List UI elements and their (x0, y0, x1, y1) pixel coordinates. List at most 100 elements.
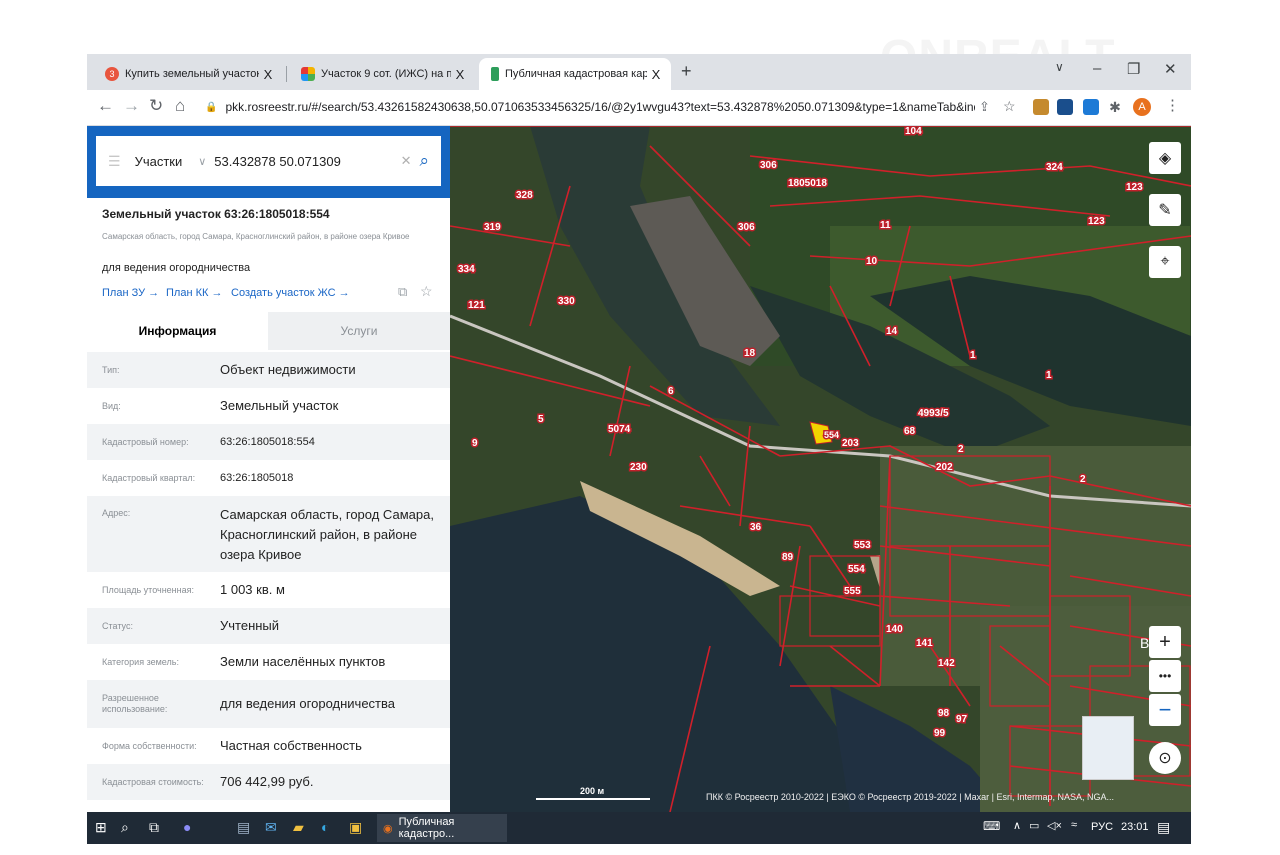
attribute-key: Тип: (102, 365, 120, 375)
cadastral-quarter-link[interactable]: 63:26:1805018 (220, 468, 445, 488)
favorite-star-icon[interactable]: ☆ (420, 283, 433, 300)
share-icon[interactable]: ⇪ (979, 99, 990, 115)
parcel-label: 555 (844, 586, 861, 597)
star-icon[interactable]: ☆ (1003, 98, 1016, 115)
chrome-icon: ◉ (383, 822, 393, 835)
parcel-label: 2 (958, 444, 964, 455)
parcel-label: 306 (738, 222, 755, 233)
back-arrow-icon[interactable]: ← (97, 96, 114, 116)
zoom-to-icon[interactable]: ⧉ (398, 284, 407, 300)
tab-services[interactable]: Услуги (268, 312, 450, 350)
extension-icon[interactable] (1033, 99, 1049, 115)
chevron-down-icon[interactable]: ∨ (198, 155, 206, 168)
chevron-down-icon[interactable]: ∨ (1055, 60, 1064, 74)
search-icon[interactable]: ⌕ (121, 819, 129, 836)
parcel-label: 306 (760, 160, 777, 171)
minimap[interactable] (1082, 716, 1134, 780)
language-indicator[interactable]: РУС (1091, 821, 1113, 833)
parcel-label: 121 (468, 300, 485, 311)
folder-icon[interactable]: ▰ (293, 819, 304, 836)
home-icon[interactable]: ⌂ (175, 96, 185, 116)
close-icon[interactable]: X (451, 67, 469, 82)
parcel-label: 1 (970, 350, 976, 361)
collapse-panel-icon[interactable]: ‹ (443, 154, 448, 170)
extension-icon[interactable] (1083, 99, 1099, 115)
tab-title: Публичная кадастровая карта (505, 68, 647, 80)
locate-icon[interactable]: ⌖ (1149, 246, 1181, 278)
parcel-label: 334 (458, 264, 475, 275)
app-icon[interactable]: ▣ (349, 819, 362, 836)
windows-start-icon[interactable]: ⊞ (95, 819, 107, 836)
tab-2[interactable]: Участок 9 сот. (ИЖС) на прода X (289, 58, 475, 90)
parcel-label: 140 (886, 624, 903, 635)
search-input[interactable]: 53.432878 50.071309 (214, 154, 341, 169)
wifi-icon[interactable]: ≈ (1071, 819, 1077, 831)
create-parcel-link[interactable]: Создать участок ЖС → (231, 287, 350, 299)
cadastral-number-link[interactable]: 63:26:1805018:554 (220, 432, 445, 452)
window-close-button[interactable]: ✕ (1164, 60, 1177, 78)
close-icon[interactable]: X (647, 67, 665, 82)
avatar[interactable]: A (1133, 98, 1151, 116)
address-bar[interactable]: 🔒 pkk.rosreestr.ru/#/search/53.432615824… (205, 95, 975, 119)
app-icon[interactable]: ▤ (237, 819, 250, 836)
battery-icon[interactable]: ▭ (1029, 819, 1039, 832)
tray-chevron-icon[interactable]: ∧ (1013, 819, 1021, 832)
parcel-label: 142 (938, 658, 955, 669)
search-icon[interactable]: ⌕ (419, 151, 429, 171)
attribute-value: Частная собственность (220, 738, 362, 753)
task-view-icon[interactable]: ⧉ (149, 819, 159, 836)
parcel-label: 1805018 (788, 178, 827, 189)
attribute-key: Форма собственности: (102, 741, 197, 751)
parcel-label: 5 (538, 414, 544, 425)
ruler-icon[interactable]: ✎ (1149, 194, 1181, 226)
parcel-label: 141 (916, 638, 933, 649)
layers-icon[interactable]: ◈ (1149, 142, 1181, 174)
plan-kk-link[interactable]: План КК → (166, 287, 222, 299)
reload-icon[interactable]: ↻ (149, 96, 163, 116)
parcel-label: 330 (558, 296, 575, 307)
browser-window: 3 Купить земельный участок в Са X Участо… (87, 54, 1191, 844)
attribute-row: Категория земель: Земли населённых пункт… (87, 644, 450, 680)
parcel-label: 230 (630, 462, 647, 473)
hamburger-icon[interactable]: ☰ (108, 153, 121, 170)
tab-information[interactable]: Информация (87, 312, 268, 350)
plan-zu-link[interactable]: План ЗУ → (102, 287, 159, 299)
taskbar-app-label: Публичная кадастро... (398, 816, 455, 840)
puzzle-icon[interactable]: ✱ (1107, 99, 1123, 115)
category-select[interactable]: Участки (135, 154, 183, 169)
cadastral-labels: 104 306 1805018 324 123 328 319 306 11 1… (457, 126, 1160, 741)
notifications-icon[interactable]: ▤ (1157, 819, 1170, 836)
new-tab-button[interactable]: + (681, 61, 692, 82)
close-icon[interactable]: X (259, 67, 277, 82)
parcel-label: 68 (904, 426, 916, 437)
restore-button[interactable]: ❐ (1127, 60, 1140, 78)
keyboard-icon[interactable]: ⌨ (983, 819, 1000, 833)
mail-icon[interactable]: ✉ (265, 819, 277, 836)
forward-arrow-icon[interactable]: → (123, 96, 140, 116)
parcel-label: 553 (854, 540, 871, 551)
attribute-row: Вид: Земельный участок (87, 388, 450, 424)
clear-icon[interactable]: ✕ (401, 153, 412, 169)
tab-3-active[interactable]: Публичная кадастровая карта X (479, 58, 671, 90)
zoom-in-button[interactable]: + (1149, 626, 1181, 658)
minimize-button[interactable]: – (1093, 60, 1101, 77)
zoom-out-button[interactable]: − (1149, 694, 1181, 726)
app-icon[interactable]: ● (183, 819, 191, 835)
cadastral-map[interactable]: 104 306 1805018 324 123 328 319 306 11 1… (450, 126, 1191, 812)
more-icon[interactable]: ••• (1149, 660, 1181, 692)
parcel-address: Самарская область, город Самара, Красног… (102, 232, 410, 241)
edge-icon[interactable]: ◐ (321, 819, 329, 835)
tab-1[interactable]: 3 Купить земельный участок в Са X (93, 58, 283, 90)
parcel-label: 18 (744, 348, 756, 359)
parcel-label: 9 (472, 438, 478, 449)
attribute-value: Объект недвижимости (220, 362, 356, 377)
url-text: pkk.rosreestr.ru/#/search/53.43261582430… (225, 100, 975, 114)
compass-icon[interactable]: ⊙ (1149, 742, 1181, 774)
attribute-key: Статус: (102, 621, 133, 631)
attribute-row: Тип: Объект недвижимости (87, 352, 450, 388)
taskbar-browser-item[interactable]: ◉ Публичная кадастро... (377, 814, 507, 842)
volume-icon[interactable]: ◁× (1047, 819, 1062, 832)
menu-dots-icon[interactable]: ⋮ (1165, 96, 1180, 114)
clock[interactable]: 23:01 (1121, 821, 1149, 833)
extension-icon[interactable] (1057, 99, 1073, 115)
